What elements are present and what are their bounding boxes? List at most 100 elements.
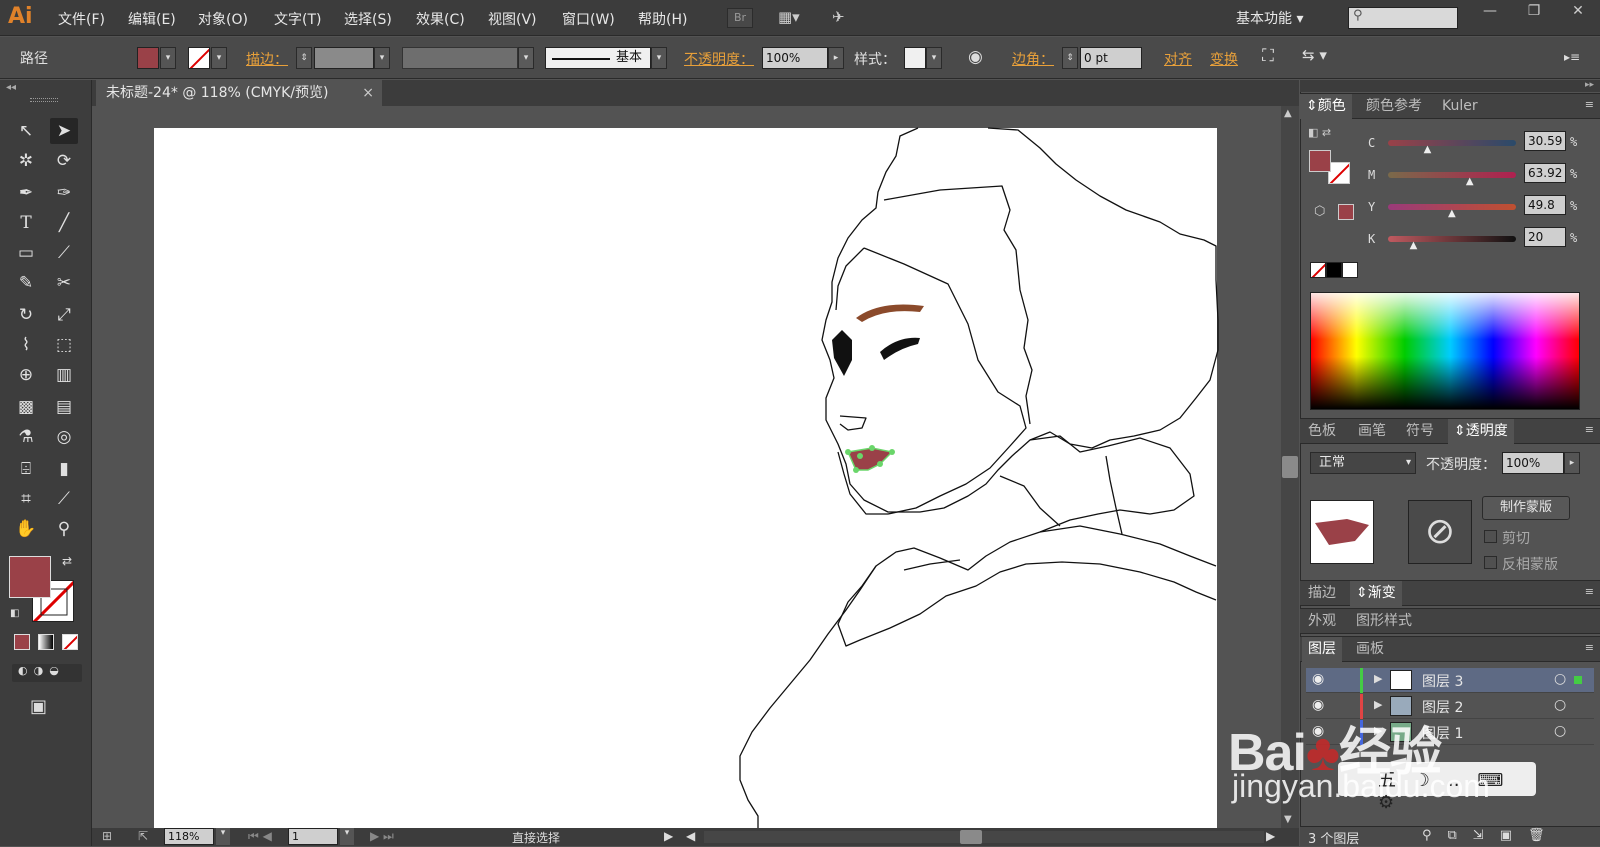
scroll-left-icon[interactable]: ◀ — [686, 829, 695, 843]
object-thumbnail[interactable] — [1310, 500, 1374, 564]
default-fill-stroke-icon[interactable]: ◧ ⇄ — [1308, 126, 1331, 139]
tab-artboards[interactable]: 画板 — [1350, 637, 1390, 662]
tab-stroke[interactable]: 描边 — [1302, 581, 1342, 606]
watermark-url: jingyan.baidu.com — [1232, 768, 1490, 804]
horizontal-scroll-track[interactable] — [704, 831, 1264, 843]
cyan-slider[interactable] — [1388, 140, 1516, 146]
white-color-button[interactable] — [1342, 262, 1358, 278]
first-artboard-icon[interactable]: ⏮ ◀ — [248, 829, 272, 844]
next-artboard-icon[interactable]: ▶ ⏭ — [370, 829, 394, 844]
color-panel-tabs: ⇕颜色 颜色参考 Kuler ≡ — [1300, 93, 1600, 119]
zoom-dropdown[interactable]: ▾ — [216, 828, 230, 845]
tab-kuler[interactable]: Kuler — [1436, 94, 1484, 119]
magenta-label: M — [1368, 168, 1376, 182]
horizontal-scroll-thumb[interactable] — [960, 830, 982, 844]
blend-mode-select[interactable]: 正常 ▾ — [1310, 452, 1416, 474]
transparency-panel-menu-icon[interactable]: ≡ — [1585, 423, 1594, 436]
shoulder-line — [1105, 455, 1123, 535]
artboard-dropdown[interactable]: ▾ — [340, 828, 354, 845]
zoom-field[interactable]: 118% — [164, 828, 214, 845]
scroll-down-icon[interactable]: ▼ — [1284, 814, 1292, 825]
shoulder-line-2 — [1039, 525, 1217, 567]
face-outline — [837, 247, 1027, 515]
tab-appearance[interactable]: 外观 — [1302, 609, 1342, 634]
target-icon[interactable]: ○ — [1554, 723, 1566, 739]
cyan-value[interactable]: 30.59 — [1524, 131, 1566, 151]
cyan-slider-knob[interactable]: ▲ — [1424, 144, 1432, 155]
arrange-icon[interactable]: ⇆ ▾ — [1302, 46, 1327, 64]
color-panel-menu-icon[interactable]: ≡ — [1585, 98, 1594, 111]
make-mask-button[interactable]: 制作蒙版 — [1482, 496, 1570, 520]
color-spectrum[interactable] — [1310, 292, 1580, 410]
layers-panel-menu-icon[interactable]: ≡ — [1585, 641, 1594, 654]
yellow-percent: % — [1570, 199, 1578, 213]
visibility-eye-icon[interactable]: ◉ — [1312, 671, 1324, 687]
transparency-opacity-arrow[interactable]: ▸ — [1564, 452, 1580, 474]
dock-collapse[interactable]: ▸▸ — [1300, 80, 1600, 92]
transparency-panel-tabs: 色板 画笔 符号 ⇕透明度 ≡ — [1300, 418, 1600, 444]
status-bar: ⊞ ⇱ 118% ▾ ⏮ ◀ 1 ▾ ▶ ⏭ 直接选择 ▶ ◀ ▶ — [92, 828, 1299, 846]
layer-actions-icons[interactable]: ⚲⧉⇲▣🗑 — [1422, 828, 1560, 843]
expand-layer-icon[interactable]: ▶ — [1374, 672, 1382, 685]
tab-swatches[interactable]: 色板 — [1302, 419, 1342, 444]
tab-gradient[interactable]: ⇕渐变 — [1350, 581, 1402, 606]
artboard-nav-icon[interactable]: ⊞ — [102, 829, 112, 843]
scroll-up-icon[interactable]: ▲ — [1284, 108, 1292, 119]
vertical-scroll-thumb[interactable] — [1282, 456, 1298, 478]
panel-stroke-swatch[interactable] — [1328, 162, 1350, 184]
none-color-button[interactable] — [1310, 262, 1326, 278]
gamut-swatch[interactable] — [1338, 204, 1354, 220]
layer-name[interactable]: 图层 3 — [1422, 671, 1463, 691]
layers-footer: 3 个图层 ⚲⧉⇲▣🗑 — [1300, 826, 1600, 847]
tab-transparency[interactable]: ⇕透明度 — [1448, 419, 1514, 444]
black-percent: % — [1570, 231, 1578, 245]
no-mask-icon[interactable]: ⊘ — [1408, 500, 1472, 564]
minimize-button[interactable]: — — [1468, 0, 1512, 22]
selection-indicator[interactable] — [1574, 676, 1582, 684]
artboard-number-field[interactable]: 1 — [288, 828, 338, 845]
chevron-down-icon: ▾ — [1405, 457, 1411, 468]
yellow-value[interactable]: 49.8 — [1524, 195, 1566, 215]
close-window-button[interactable]: ✕ — [1556, 0, 1600, 22]
target-icon[interactable]: ○ — [1554, 697, 1566, 713]
magenta-value[interactable]: 63.92 — [1524, 163, 1566, 183]
collar-line — [837, 435, 1217, 647]
tab-layers[interactable]: 图层 — [1302, 637, 1342, 662]
blend-mode-value: 正常 — [1319, 455, 1346, 470]
black-slider-knob[interactable]: ▲ — [1410, 240, 1418, 251]
body-left — [903, 559, 961, 571]
tab-color[interactable]: ⇕颜色 — [1300, 94, 1352, 119]
help-search-input[interactable]: ⚲ — [1348, 7, 1458, 29]
layer-color-bar — [1360, 668, 1363, 693]
tab-brushes[interactable]: 画笔 — [1352, 419, 1392, 444]
invert-mask-label: 反相蒙版 — [1502, 557, 1558, 573]
out-of-gamut-icon[interactable]: ⬡ — [1314, 204, 1325, 219]
panel-fill-swatch[interactable] — [1309, 150, 1331, 172]
scarf-line — [999, 475, 1061, 527]
scroll-right-icon[interactable]: ▶ — [1266, 829, 1275, 843]
body-outline — [739, 565, 877, 828]
gradient-panel-menu-icon[interactable]: ≡ — [1585, 585, 1594, 598]
magenta-slider[interactable] — [1388, 172, 1516, 178]
black-slider[interactable] — [1388, 236, 1516, 242]
target-icon[interactable]: ○ — [1554, 671, 1566, 687]
black-value[interactable]: 20 — [1524, 227, 1566, 247]
black-color-button[interactable] — [1326, 262, 1342, 278]
maximize-button[interactable]: ❐ — [1512, 0, 1556, 22]
invert-mask-checkbox[interactable] — [1484, 556, 1497, 569]
status-menu-arrow[interactable]: ▶ — [664, 829, 673, 843]
transparency-opacity-label: 不透明度： — [1426, 457, 1496, 473]
magenta-slider-knob[interactable]: ▲ — [1466, 176, 1474, 187]
layer-row[interactable]: ◉ ▶ 图层 3 ○ — [1306, 668, 1594, 693]
yellow-slider-knob[interactable]: ▲ — [1448, 208, 1456, 219]
transparency-opacity-field[interactable]: 100% — [1502, 452, 1564, 474]
tab-symbols[interactable]: 符号 — [1400, 419, 1440, 444]
control-bar-menu-icon[interactable]: ▸≡ — [1564, 50, 1580, 64]
share-icon[interactable]: ⇱ — [138, 829, 148, 843]
clip-label: 剪切 — [1502, 531, 1530, 547]
clip-checkbox[interactable] — [1484, 530, 1497, 543]
none-icon — [1311, 263, 1325, 277]
none-stroke-icon — [1329, 163, 1349, 183]
tab-color-guide[interactable]: 颜色参考 — [1360, 94, 1428, 119]
tab-graphic-styles[interactable]: 图形样式 — [1350, 609, 1418, 634]
